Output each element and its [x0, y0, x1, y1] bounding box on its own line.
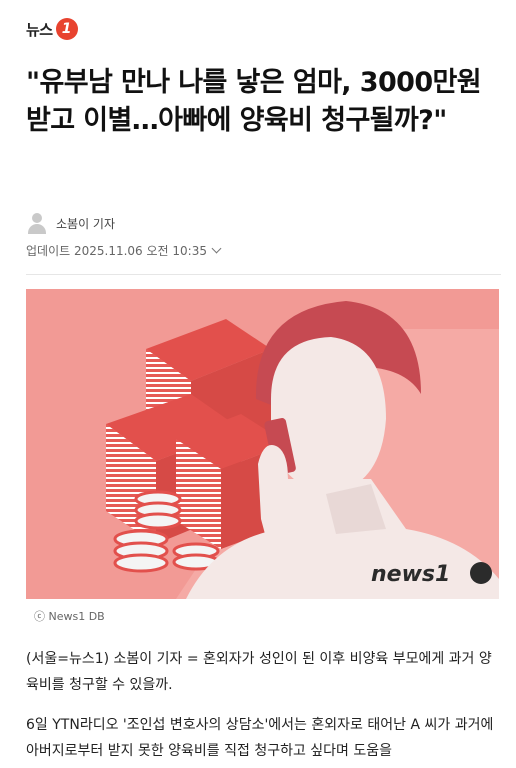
logo-text: 뉴스 — [26, 20, 53, 39]
chevron-down-icon[interactable] — [211, 243, 222, 254]
site-header: 뉴스 1 — [0, 0, 516, 52]
person-icon — [26, 212, 48, 234]
article-photo[interactable]: news1 — [26, 289, 499, 599]
update-timestamp[interactable]: 업데이트 2025.11.06 오전 10:35 — [26, 242, 222, 259]
article-paragraph: (서울=뉴스1) 소봄이 기자 = 혼외자가 성인이 된 이후 비양육 부모에게… — [26, 651, 492, 693]
news1-logo[interactable]: 뉴스 1 — [26, 18, 78, 40]
reporter-name: 소봄이 기자 — [56, 216, 116, 231]
divider — [26, 274, 501, 275]
article-title: "유부남 만나 나를 낳은 엄마, 3000만원 받고 이별…아빠에 양육비 청… — [26, 67, 482, 136]
article-paragraph: 6일 YTN라디오 '조인섭 변호사의 상담소'에서는 혼외자로 태어난 A 씨… — [26, 717, 494, 759]
photo-caption: ⓒ News1 DB — [34, 610, 105, 623]
update-text: 업데이트 2025.11.06 오전 10:35 — [26, 244, 207, 258]
watermark-text: news1 — [371, 562, 450, 587]
logo-mark-icon: 1 — [55, 18, 78, 40]
byline[interactable]: 소봄이 기자 — [26, 212, 115, 234]
